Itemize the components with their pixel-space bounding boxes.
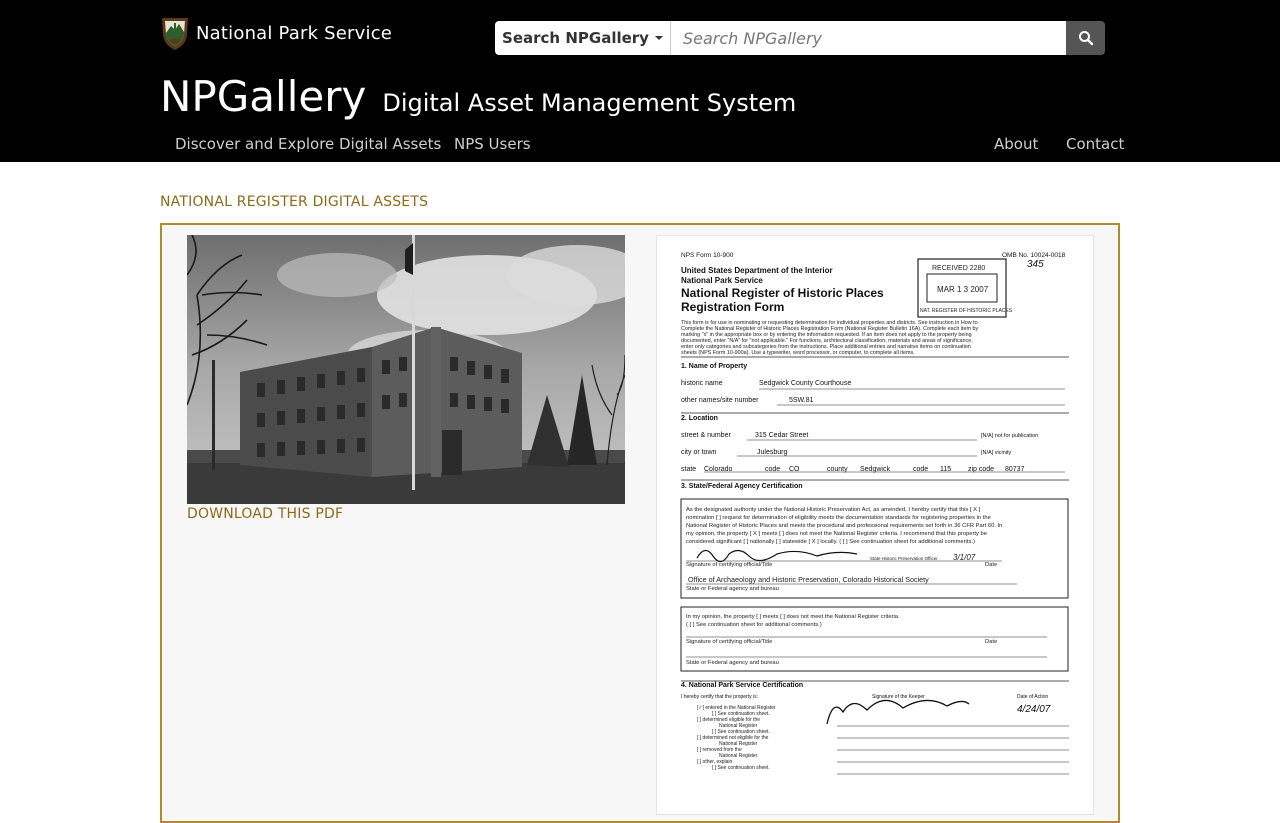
form-number: NPS Form 10-900: [681, 252, 734, 259]
section-2-title: 2. Location: [681, 415, 718, 422]
shpo-label: State Historic Preservation Officer: [870, 556, 938, 561]
section-title: NATIONAL REGISTER DIGITAL ASSETS: [160, 194, 429, 210]
not-for-publication: [N/A] not for publication: [981, 433, 1038, 439]
keeper-signature: [826, 699, 970, 725]
zip-value: 80737: [1005, 466, 1025, 473]
other-names-label: other names/site number: [681, 397, 759, 404]
service-name: National Park Service: [681, 276, 763, 285]
search-scope-label: Search NPGallery: [502, 29, 649, 47]
county-label: county: [827, 466, 848, 473]
county-code-label: code: [913, 466, 928, 473]
search-bar: Search NPGallery: [495, 21, 1105, 55]
agency-label: State or Federal agency and bureau: [686, 586, 779, 592]
date-label-2: Date: [985, 639, 997, 645]
action-label: Date of Action: [1017, 694, 1048, 700]
date-label: Date: [985, 562, 997, 568]
handwritten-number: 345: [1027, 259, 1044, 270]
intro-line-6: sheets (NPS Form 10-900a). Use a typewri…: [681, 350, 915, 356]
site-title: NPGallery Digital Asset Management Syste…: [160, 72, 796, 121]
state-label: state: [681, 466, 696, 473]
search-input[interactable]: [671, 21, 1066, 55]
county-value: Sedgwick: [860, 466, 890, 473]
zip-label: zip code: [968, 466, 994, 473]
search-icon: [1078, 31, 1093, 46]
main-nav: Discover and Explore Digital Assets NPS …: [0, 135, 1280, 155]
form-title-line2: Registration Form: [681, 300, 784, 314]
form-title-line1: National Register of Historic Places: [681, 286, 884, 300]
omb-number: OMB No. 10024-0018: [1002, 252, 1066, 259]
option-5b: [ ] See continuation sheet.: [712, 765, 770, 771]
shpo-signature: [696, 549, 858, 563]
dept-name: United States Department of the Interior: [681, 266, 833, 275]
nps-cert-label: I hereby certify that the property is:: [681, 694, 758, 700]
state-code-value: CO: [789, 466, 800, 473]
section-1-title: 1. Name of Property: [681, 363, 747, 370]
site-title-main[interactable]: NPGallery: [160, 72, 366, 121]
stamp-received: RECEIVED 2280: [932, 265, 985, 272]
nav-nps-users[interactable]: NPS Users: [454, 135, 531, 153]
registration-form-preview[interactable]: NPS Form 10-900 OMB No. 10024-0018 345 U…: [656, 235, 1094, 815]
section-3-title: 3. State/Federal Agency Certification: [681, 483, 803, 490]
agency-name: National Park Service: [196, 22, 393, 44]
agency-label-2: State or Federal agency and bureau: [686, 660, 779, 666]
cert-line-3: National Register of Historic Places and…: [686, 523, 1002, 529]
city-label: city or town: [681, 449, 717, 456]
keeper-label: Signature of the Keeper: [872, 694, 925, 700]
opinion-line-2: ( [ ] See continuation sheet for additio…: [686, 622, 822, 628]
historic-name-label: historic name: [681, 380, 723, 387]
form-document-image: NPS Form 10-900 OMB No. 10024-0018 345 U…: [680, 252, 1069, 775]
sig-official-label-2: Signature of certifying official/Title: [686, 639, 772, 645]
asset-panel: DOWNLOAD THIS PDF NPS Form 10-900 OMB No…: [160, 223, 1120, 823]
search-button[interactable]: [1066, 21, 1105, 55]
agency-value: Office of Archaeology and Historic Prese…: [688, 575, 929, 584]
stamp-date: MAR 1 3 2007: [937, 285, 989, 294]
cert-line-1: As the designated authority under the Na…: [686, 507, 981, 513]
section-4-title: 4. National Park Service Certification: [681, 682, 803, 689]
received-stamp: RECEIVED 2280 MAR 1 3 2007 NAT. REGISTER…: [917, 258, 1013, 318]
nav-contact[interactable]: Contact: [1066, 135, 1124, 153]
other-names-value: 5SW.81: [789, 397, 814, 404]
opinion-line-1: In my opinion, the property [ ] meets [ …: [686, 614, 900, 620]
chevron-down-icon: [654, 36, 663, 40]
action-date: 4/24/07: [1017, 704, 1051, 715]
code-label: code: [765, 466, 780, 473]
nav-discover[interactable]: Discover and Explore Digital Assets: [175, 135, 441, 153]
state-value: Colorado: [704, 466, 733, 473]
cert-line-5: considered significant [ ] nationally [ …: [686, 539, 975, 545]
site-subtitle: Digital Asset Management System: [382, 89, 797, 117]
historic-name-value: Sedgwick County Courthouse: [759, 380, 851, 387]
city-value: Julesburg: [757, 449, 787, 456]
courthouse-photo[interactable]: [187, 235, 625, 504]
county-code-value: 115: [940, 466, 951, 473]
vicinity: [N/A] vicinity: [981, 450, 1012, 456]
street-label: street & number: [681, 432, 731, 439]
stamp-footer: NAT. REGISTER OF HISTORIC PLACES: [920, 308, 1013, 314]
nps-arrowhead-logo-icon: [162, 18, 188, 50]
cert-line-2: nomination [ ] request for determination…: [686, 515, 991, 521]
nps-home-link[interactable]: National Park Service: [160, 15, 392, 51]
search-scope-dropdown[interactable]: Search NPGallery: [495, 21, 671, 55]
site-header: National Park Service Search NPGallery N…: [0, 0, 1280, 162]
cert-line-4: my opinion, the property [ X ] meets [ ]…: [686, 531, 987, 537]
street-value: 315 Cedar Street: [755, 432, 808, 439]
sig-official-label: Signature of certifying official/Title: [686, 562, 772, 568]
nav-about[interactable]: About: [994, 135, 1038, 153]
sig-date: 3/1/07: [953, 553, 976, 562]
download-pdf-link[interactable]: DOWNLOAD THIS PDF: [187, 506, 343, 522]
